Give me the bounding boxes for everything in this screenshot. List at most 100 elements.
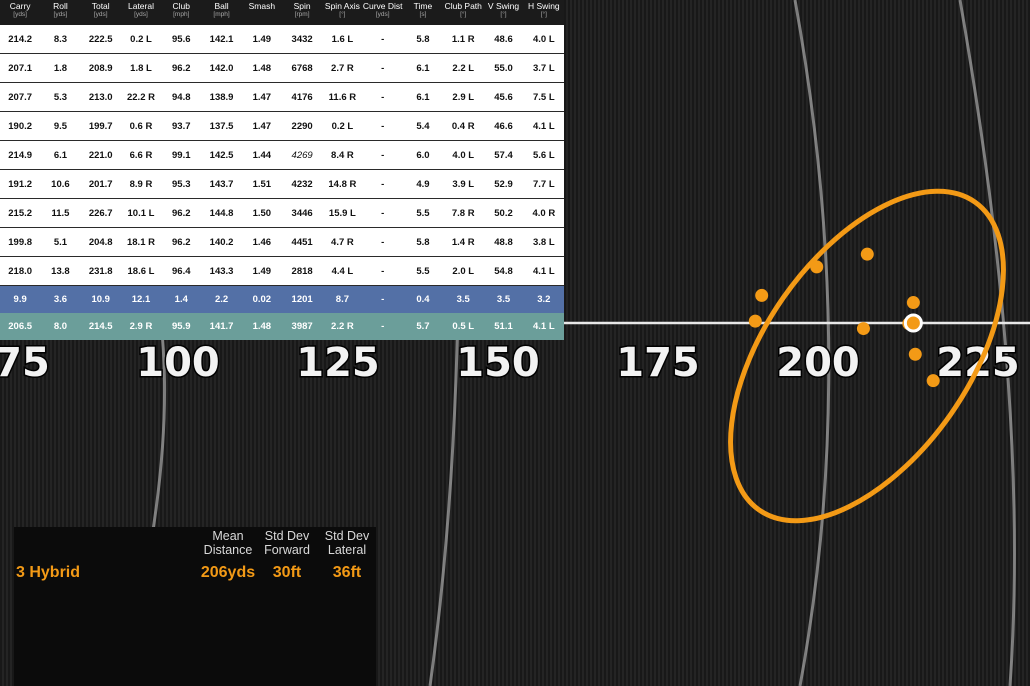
- table-cell: 6768: [281, 53, 323, 83]
- table-cell: -: [362, 140, 403, 170]
- table-cell: 93.7: [161, 111, 202, 141]
- table-cell: 12.1: [120, 285, 162, 313]
- column-header[interactable]: Carry [yds]: [0, 0, 41, 25]
- table-cell: 207.1: [0, 53, 41, 83]
- table-cell: 199.8: [0, 227, 41, 257]
- column-unit: [yds]: [13, 11, 27, 18]
- table-cell: 0.2 L: [120, 25, 162, 54]
- table-cell: 1.49: [241, 25, 282, 54]
- table-cell: 141.7: [201, 313, 242, 340]
- table-cell: 96.2: [161, 198, 202, 228]
- table-cell: 5.3: [40, 82, 81, 112]
- column-header[interactable]: V Swing [°]: [483, 0, 524, 25]
- shot-dot[interactable]: [748, 314, 762, 328]
- header-line: Std Dev: [264, 529, 310, 543]
- table-cell: -: [362, 285, 403, 313]
- table-row[interactable]: 191.2 10.6 201.7 8.9 R 95.3 143.7 1.51 4232 14.8…: [0, 169, 564, 199]
- table-cell: 3.5: [483, 285, 524, 313]
- table-cell: 4.9: [402, 169, 444, 199]
- shot-dot[interactable]: [856, 322, 870, 336]
- shot-dot[interactable]: [755, 288, 769, 302]
- table-cell: 52.9: [483, 169, 524, 199]
- table-cell: 4.1 L: [523, 111, 564, 141]
- std-dev-row[interactable]: 9.9 3.6 10.9 12.1 1.4 2.2 0.02 1201 8.7-0.4 3.5 3.…: [0, 285, 564, 313]
- column-header[interactable]: Spin Axis [°]: [322, 0, 363, 25]
- table-cell: 206.5: [0, 313, 41, 340]
- table-cell: 3.5: [443, 285, 484, 313]
- table-cell: 6.1: [40, 140, 81, 170]
- mean-shot-marker[interactable]: [903, 313, 923, 333]
- table-cell: 18.1 R: [120, 227, 162, 257]
- shot-dot[interactable]: [906, 296, 920, 310]
- table-cell: 11.6 R: [322, 82, 363, 112]
- column-label: Club Path: [444, 1, 482, 11]
- table-cell: -: [362, 256, 403, 286]
- column-header[interactable]: Lateral [yds]: [120, 0, 162, 25]
- column-unit: [°]: [500, 11, 507, 18]
- table-cell: 95.3: [161, 169, 202, 199]
- table-cell: 13.8: [40, 256, 81, 286]
- column-label: Roll: [53, 1, 68, 11]
- column-unit: [°]: [460, 11, 467, 18]
- shot-dot[interactable]: [810, 260, 824, 274]
- column-header[interactable]: Curve Dist [yds]: [362, 0, 403, 25]
- shot-dot[interactable]: [926, 374, 940, 388]
- header-line: Distance: [203, 543, 253, 557]
- column-label: Ball: [214, 1, 229, 11]
- table-cell: -: [362, 227, 403, 257]
- table-cell: 50.2: [483, 198, 524, 228]
- table-cell: 8.3: [40, 25, 81, 54]
- table-cell: 5.5: [402, 256, 444, 286]
- table-cell: 7.8 R: [443, 198, 484, 228]
- column-header[interactable]: Spin [rpm]: [281, 0, 323, 25]
- table-cell: -: [362, 82, 403, 112]
- table-cell: 5.7: [402, 313, 444, 340]
- table-cell: 8.0: [40, 313, 81, 340]
- column-header[interactable]: Time [s]: [402, 0, 444, 25]
- table-cell: 2.9 L: [443, 82, 484, 112]
- table-cell: 6.1: [402, 82, 444, 112]
- mean-row[interactable]: 206.5 8.0 214.5 2.9 R 95.9 141.7 1.48 3987 2.2 R…: [0, 313, 564, 340]
- table-row[interactable]: 218.0 13.8 231.8 18.6 L 96.4 143.3 1.49 2818 4.4…: [0, 256, 564, 286]
- table-cell: 5.4: [402, 111, 444, 141]
- table-row[interactable]: 207.7 5.3 213.0 22.2 R 94.8 138.9 1.47 4176 11.6…: [0, 82, 564, 112]
- column-header[interactable]: Roll [yds]: [40, 0, 81, 25]
- table-cell: 2.2 R: [322, 313, 363, 340]
- table-cell: 201.7: [80, 169, 121, 199]
- table-cell: 3.8 L: [523, 227, 564, 257]
- column-header[interactable]: Smash: [241, 0, 282, 25]
- table-cell: 96.4: [161, 256, 202, 286]
- shot-dot[interactable]: [908, 347, 922, 361]
- table-cell: 3.6: [40, 285, 81, 313]
- table-cell: 1.4 R: [443, 227, 484, 257]
- column-label: Curve Dist: [362, 1, 403, 11]
- shot-dot[interactable]: [860, 247, 874, 261]
- column-unit: [rpm]: [294, 11, 310, 18]
- table-cell: 94.8: [161, 82, 202, 112]
- table-cell: 6.0: [402, 140, 444, 170]
- table-row[interactable]: 207.1 1.8 208.9 1.8 L 96.2 142.0 1.48 6768 2.7 R…: [0, 53, 564, 83]
- distance-label: 100: [136, 340, 220, 386]
- table-cell: 138.9: [201, 82, 242, 112]
- column-header[interactable]: Total [yds]: [80, 0, 121, 25]
- table-row[interactable]: 199.8 5.1 204.8 18.1 R 96.2 140.2 1.46 4451 4.7 …: [0, 227, 564, 257]
- column-header[interactable]: Ball [mph]: [201, 0, 242, 25]
- table-cell: 1.48: [241, 53, 282, 83]
- table-cell: 3.7 L: [523, 53, 564, 83]
- column-header[interactable]: Club Path [°]: [443, 0, 484, 25]
- table-row[interactable]: 214.9 6.1 221.0 6.6 R 99.1 142.5 1.44 4269 8.4 R…: [0, 140, 564, 170]
- table-cell: 1.51: [241, 169, 282, 199]
- table-cell: 4451: [281, 227, 323, 257]
- table-cell: 96.2: [161, 53, 202, 83]
- column-header[interactable]: Club [mph]: [161, 0, 202, 25]
- column-header[interactable]: H Swing [°]: [523, 0, 564, 25]
- table-row[interactable]: 214.2 8.3 222.5 0.2 L 95.6 142.1 1.49 3432 1.6 L…: [0, 25, 564, 54]
- table-cell: 0.5 L: [443, 313, 484, 340]
- table-cell: 231.8: [80, 256, 121, 286]
- table-row[interactable]: 215.2 11.5 226.7 10.1 L 96.2 144.8 1.50 3446 15.…: [0, 198, 564, 228]
- table-cell: 1.47: [241, 111, 282, 141]
- table-cell: 4232: [281, 169, 323, 199]
- table-cell: 4.7 R: [322, 227, 363, 257]
- table-cell: 214.2: [0, 25, 41, 54]
- table-row[interactable]: 190.2 9.5 199.7 0.6 R 93.7 137.5 1.47 2290 0.2 L…: [0, 111, 564, 141]
